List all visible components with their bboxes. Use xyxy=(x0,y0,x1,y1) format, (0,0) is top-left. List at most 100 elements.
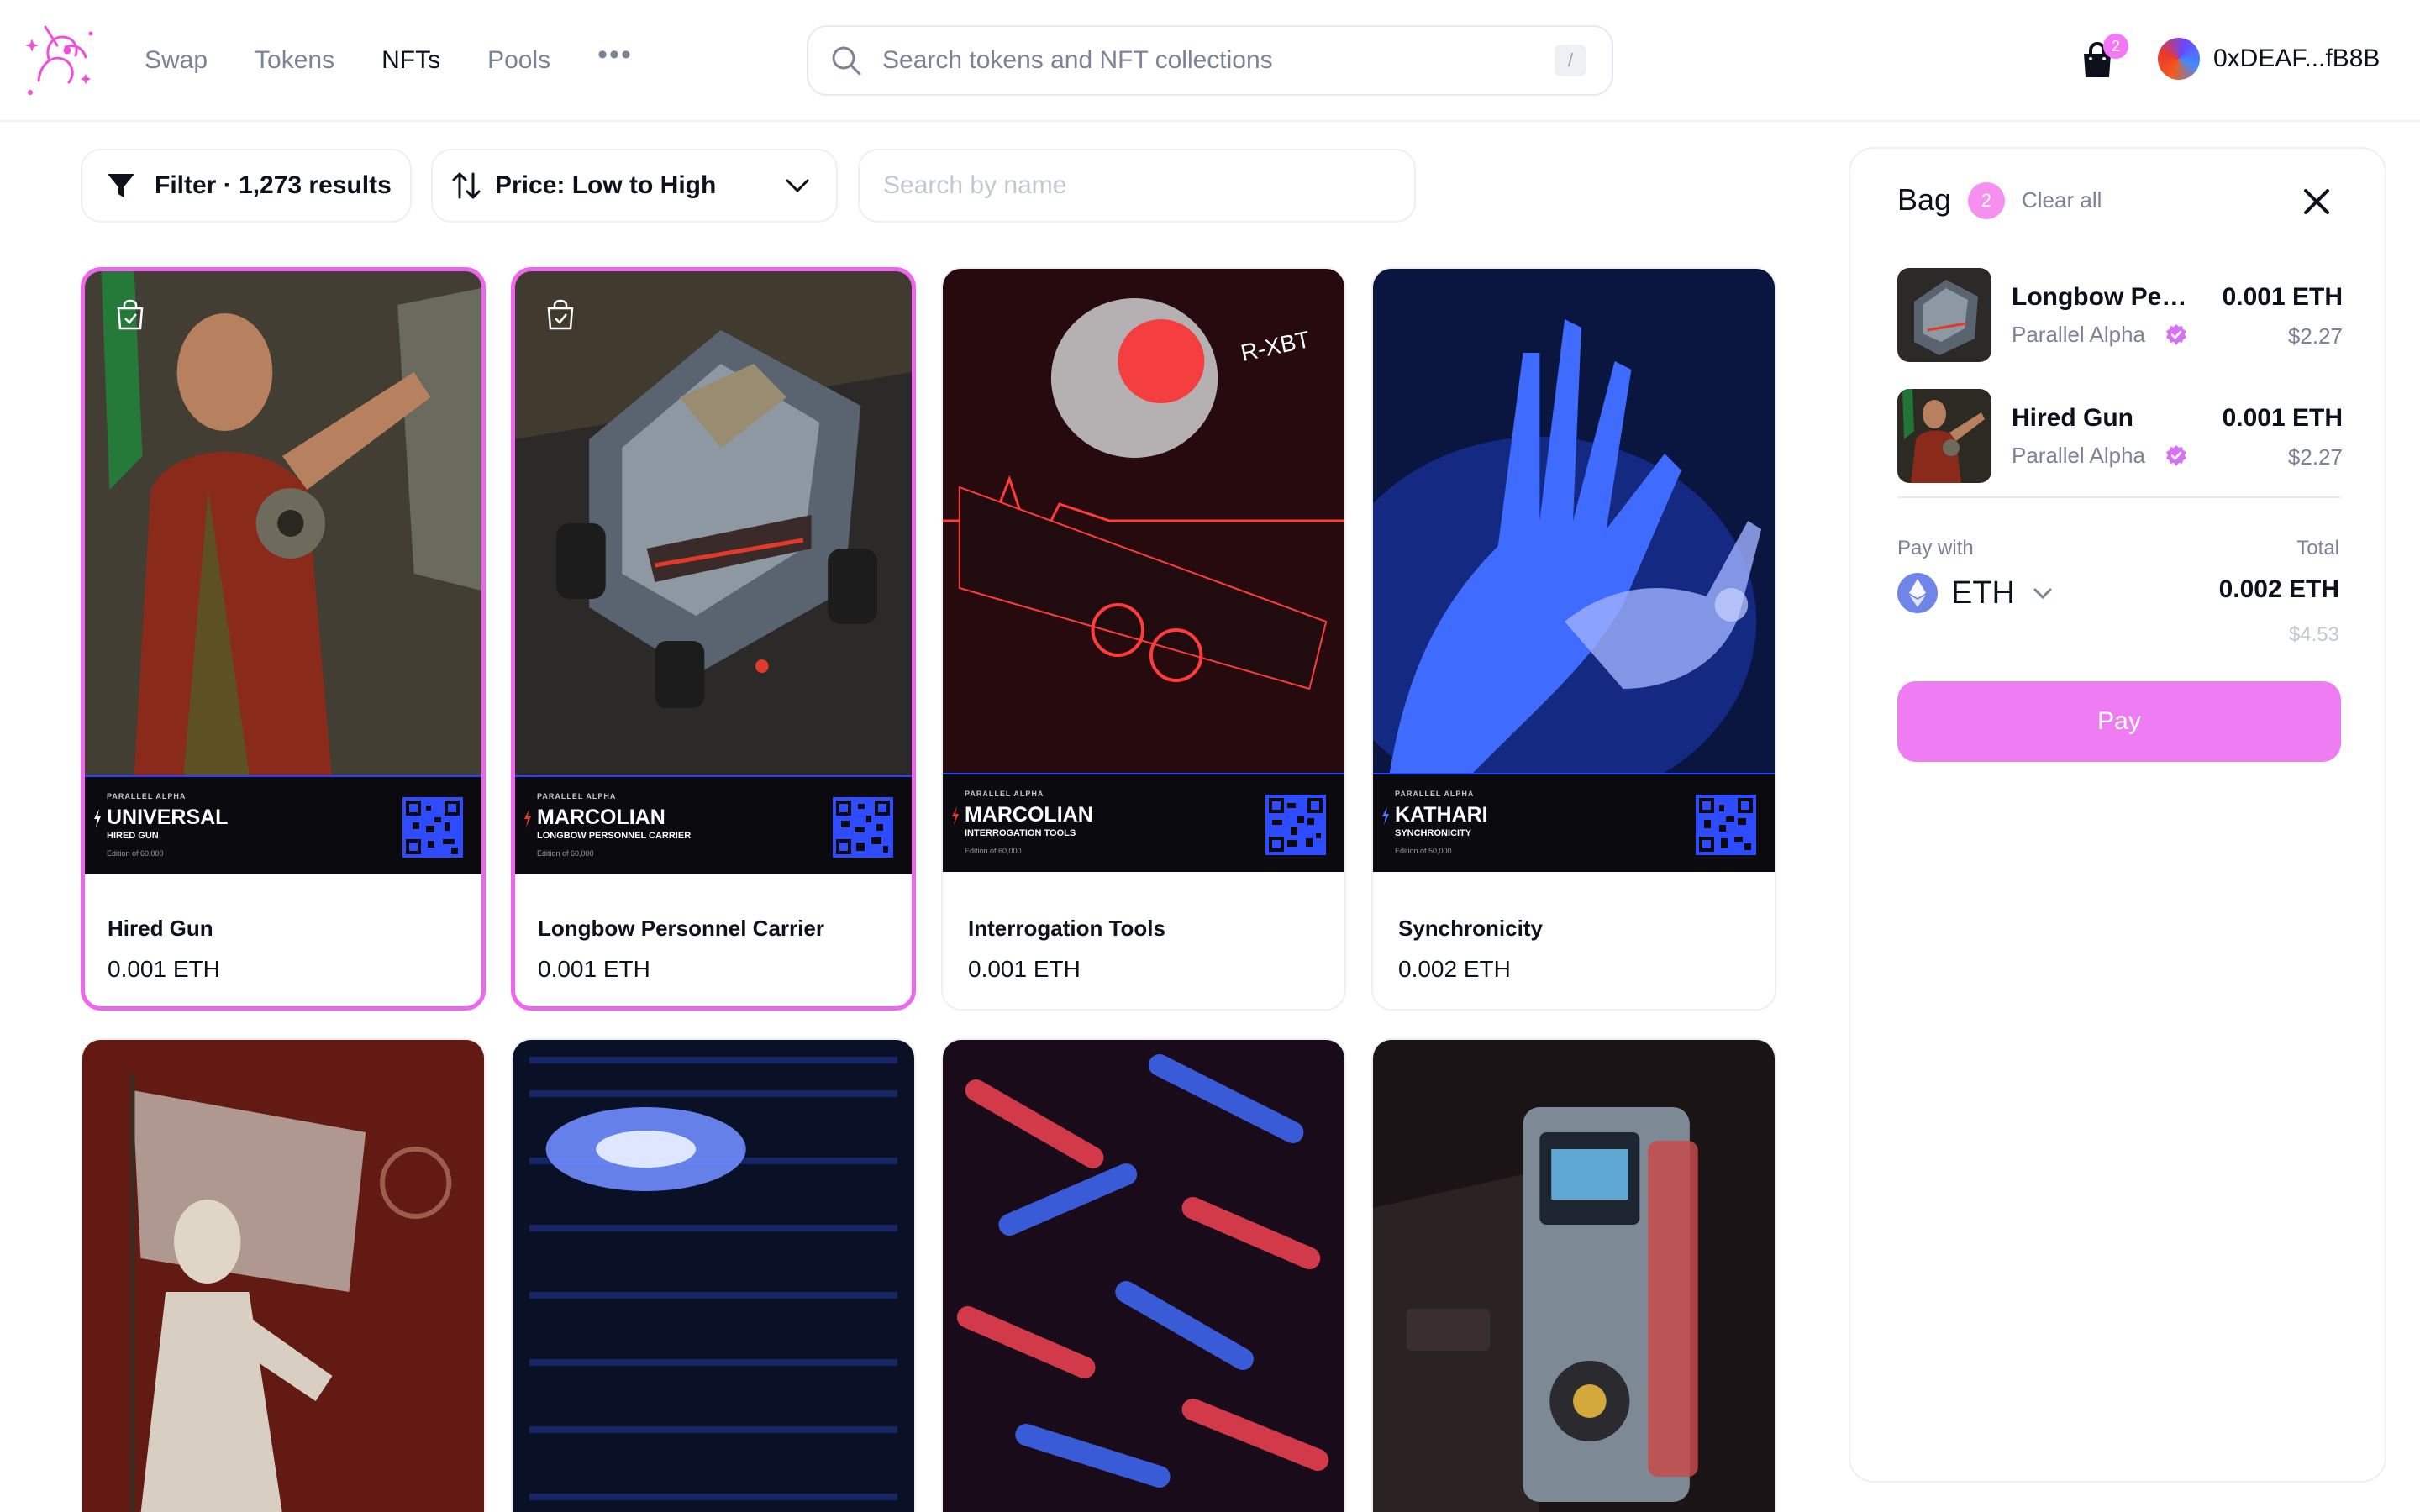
nav-swap[interactable]: Swap xyxy=(145,40,208,81)
nft-title: Synchronicity xyxy=(1398,916,1543,941)
qr-code-icon xyxy=(402,797,463,858)
sort-dropdown[interactable]: Price: Low to High xyxy=(431,149,838,223)
nft-card-strip: PARALLEL ALPHA UNIVERSAL HIRED GUN Editi… xyxy=(85,775,481,874)
bag-item-count-badge: 2 xyxy=(1968,182,2005,219)
bag-item-longbow-personnel-carrier[interactable]: Longbow Personnel Carrier Parallel Alpha… xyxy=(1897,268,2343,362)
nft-card-info: Longbow Personnel Carrier 0.001 ETH xyxy=(515,874,912,1006)
card-faction: UNIVERSAL xyxy=(107,806,229,829)
bag-title: Bag xyxy=(1897,182,1952,217)
card-edition: Edition of 50,000 xyxy=(1395,847,1452,855)
added-to-bag-icon[interactable] xyxy=(544,298,577,332)
faction-bolt-icon xyxy=(94,809,101,827)
nft-image xyxy=(1373,1040,1775,1512)
search-icon xyxy=(832,46,861,76)
card-subtitle: LONGBOW PERSONNEL CARRIER xyxy=(537,831,692,841)
verified-badge-icon xyxy=(2166,324,2186,345)
nft-image xyxy=(943,1040,1344,1512)
bag-item-name: Hired Gun xyxy=(2012,404,2134,432)
pay-button[interactable]: Pay xyxy=(1897,681,2341,762)
nft-card-strip: PARALLEL ALPHA KATHARI SYNCHRONICITY Edi… xyxy=(1373,773,1775,872)
nft-price: 0.001 ETH xyxy=(968,956,1081,982)
nft-card-longbow-personnel-carrier[interactable]: PARALLEL ALPHA MARCOLIAN LONGBOW PERSONN… xyxy=(511,267,916,1011)
added-to-bag-icon[interactable] xyxy=(113,298,147,332)
account-button[interactable]: 0xDEAF...fB8B xyxy=(2158,38,2380,80)
card-brand: PARALLEL ALPHA xyxy=(1395,790,1475,798)
nft-image: R-XBT xyxy=(943,269,1344,773)
nft-price: 0.002 ETH xyxy=(1398,956,1511,982)
nft-image xyxy=(515,271,912,775)
nft-price: 0.001 ETH xyxy=(108,956,220,982)
nft-card[interactable] xyxy=(941,1038,1346,1512)
nft-card-strip: PARALLEL ALPHA MARCOLIAN LONGBOW PERSONN… xyxy=(515,775,912,874)
nft-card[interactable] xyxy=(81,1038,486,1512)
clear-all-button[interactable]: Clear all xyxy=(2022,187,2102,213)
card-subtitle: HIRED GUN xyxy=(107,831,159,841)
card-brand: PARALLEL ALPHA xyxy=(965,790,1044,798)
nft-card-interrogation-tools[interactable]: R-XBT PARALLEL ALPHA MARCOLIAN INTERROGA… xyxy=(941,267,1346,1011)
qr-code-icon xyxy=(1265,795,1326,855)
search-shortcut-key: / xyxy=(1555,45,1586,76)
sort-selected-label: Price: Low to High xyxy=(495,171,717,199)
faction-bolt-icon xyxy=(1382,806,1389,825)
close-icon[interactable] xyxy=(2299,184,2334,219)
nft-card-strip: PARALLEL ALPHA MARCOLIAN INTERROGATION T… xyxy=(943,773,1344,872)
card-faction: MARCOLIAN xyxy=(537,806,666,829)
faction-bolt-icon xyxy=(952,806,959,825)
qr-code-icon xyxy=(833,797,893,858)
bag-divider xyxy=(1897,496,2341,498)
nft-card-info: Synchronicity 0.002 ETH xyxy=(1373,872,1775,1008)
nft-title: Hired Gun xyxy=(108,916,213,941)
more-menu-icon[interactable]: ••• xyxy=(597,34,633,75)
nav-tokens[interactable]: Tokens xyxy=(255,40,334,81)
card-subtitle: INTERROGATION TOOLS xyxy=(965,828,1076,838)
bag-panel: Bag 2 Clear all Longbow Personnel Carrie… xyxy=(1849,147,2386,1483)
nft-card[interactable] xyxy=(511,1038,916,1512)
nft-image xyxy=(82,1040,484,1512)
bag-item-price-eth: 0.001 ETH xyxy=(2222,404,2343,432)
global-search-bar[interactable]: Search tokens and NFT collections / xyxy=(807,25,1613,96)
card-edition: Edition of 60,000 xyxy=(965,847,1022,855)
filter-results-label: Filter · 1,273 results xyxy=(155,171,392,199)
card-faction: MARCOLIAN xyxy=(965,803,1093,827)
avatar xyxy=(2158,38,2200,80)
nft-card-hired-gun[interactable]: PARALLEL ALPHA UNIVERSAL HIRED GUN Editi… xyxy=(81,267,486,1011)
bag-count-badge: 2 xyxy=(2103,34,2128,59)
nav-pools[interactable]: Pools xyxy=(487,40,550,81)
card-brand: PARALLEL ALPHA xyxy=(107,792,187,801)
bag-item-thumbnail xyxy=(1897,389,1991,483)
chevron-down-icon xyxy=(2033,588,2052,600)
pay-with-label: Pay with xyxy=(1897,537,1974,559)
nft-card-info: Hired Gun 0.001 ETH xyxy=(85,874,481,1006)
faction-bolt-icon xyxy=(524,809,531,827)
nft-image xyxy=(85,271,481,775)
total-label: Total xyxy=(2296,537,2339,559)
bag-item-collection: Parallel Alpha xyxy=(2012,322,2145,347)
verified-badge-icon xyxy=(2166,445,2186,466)
wallet-address: 0xDEAF...fB8B xyxy=(2213,45,2381,72)
nft-card-synchronicity[interactable]: PARALLEL ALPHA KATHARI SYNCHRONICITY Edi… xyxy=(1371,267,1776,1011)
bag-item-hired-gun[interactable]: Hired Gun Parallel Alpha 0.001 ETH $2.27 xyxy=(1897,389,2343,483)
nft-card[interactable] xyxy=(1371,1038,1776,1512)
currency-name: ETH xyxy=(1951,575,2015,611)
search-by-name-input[interactable] xyxy=(858,149,1416,223)
nav-nfts[interactable]: NFTs xyxy=(381,40,440,81)
bag-item-price-usd: $2.27 xyxy=(2287,444,2343,470)
nft-card-info: Interrogation Tools 0.001 ETH xyxy=(943,872,1344,1008)
nft-title: Longbow Personnel Carrier xyxy=(538,916,824,941)
bag-item-price-eth: 0.001 ETH xyxy=(2222,283,2343,311)
total-usd: $4.53 xyxy=(2288,623,2339,646)
main-nav: Swap Tokens NFTs Pools ••• xyxy=(145,39,633,81)
sort-arrows-icon xyxy=(452,172,481,199)
filter-funnel-icon xyxy=(108,174,134,197)
bag-item-thumbnail xyxy=(1897,268,1991,362)
bag-item-name: Longbow Personnel Carrier xyxy=(2012,283,2188,311)
uniswap-logo-icon[interactable] xyxy=(24,22,96,97)
card-edition: Edition of 60,000 xyxy=(537,849,594,858)
total-eth: 0.002 ETH xyxy=(2218,575,2339,603)
currency-selector[interactable]: ETH xyxy=(1897,573,2055,613)
card-faction: KATHARI xyxy=(1395,803,1488,827)
nft-title: Interrogation Tools xyxy=(968,916,1165,941)
card-edition: Edition of 60,000 xyxy=(107,849,164,858)
nft-image xyxy=(1373,269,1775,773)
filter-button[interactable]: Filter · 1,273 results xyxy=(81,149,412,223)
